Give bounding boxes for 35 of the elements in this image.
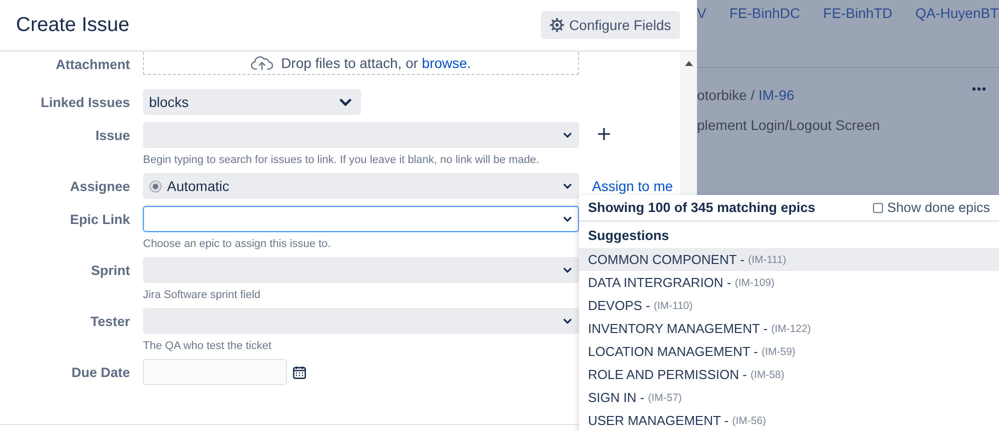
epic-option[interactable]: INVENTORY MANAGEMENT - (IM-122) (579, 317, 999, 340)
epic-option[interactable]: ROLE AND PERMISSION - (IM-58) (579, 363, 999, 386)
field-label: Sprint (90, 262, 130, 278)
configure-fields-button[interactable]: Configure Fields (541, 11, 680, 39)
show-done-epics-checkbox[interactable]: Show done epics (873, 200, 990, 215)
epic-option[interactable]: SIGN IN - (IM-57) (579, 386, 999, 409)
field-label: Due Date (70, 364, 130, 380)
assign-to-me-link[interactable]: Assign to me (592, 178, 673, 194)
field-label: Assignee (68, 178, 130, 194)
epic-option[interactable]: COMMON COMPONENT - (IM-111) (579, 248, 999, 271)
field-hint: The QA who test the ticket (143, 340, 272, 352)
epic-option[interactable]: USER MANAGEMENT - (IM-56) (579, 409, 999, 431)
epic-option[interactable]: DEVOPS - (IM-110) (579, 294, 999, 317)
browse-link[interactable]: browse. (422, 55, 471, 71)
field-label: Linked Issues (40, 94, 130, 110)
epic-option[interactable]: DATA INTERGRARION - (IM-109) (579, 271, 999, 294)
results-summary: Showing 100 of 345 matching epics (588, 200, 816, 215)
select-field[interactable]: blocks (143, 89, 361, 115)
drop-instruction: Drop files to attach, or browse. (281, 55, 471, 71)
epic-option[interactable]: LOCATION MANAGEMENT - (IM-59) (579, 340, 999, 363)
select-field[interactable]: Automatic (143, 173, 579, 199)
field-hint: Begin typing to search for issues to link. If you leave it blank, no link will be made. (143, 154, 540, 166)
dialog-title: Create Issue (16, 14, 130, 36)
select-value: Automatic (167, 178, 230, 194)
field-label: Attachment (54, 56, 130, 72)
field-label: Epic Link (68, 212, 130, 226)
issue-title: plement Login/Logout Screen (697, 117, 881, 133)
file-drop-zone[interactable]: Drop files to attach, or browse. (143, 52, 579, 75)
breadcrumb: otorbike / IM-96 (697, 87, 794, 103)
field-label: Tester (89, 314, 130, 328)
field-label: Issue (94, 128, 130, 142)
suggestions-heading: Suggestions (587, 227, 670, 245)
field-hint: Jira Software sprint field (143, 289, 262, 301)
select-value: blocks (149, 94, 189, 110)
field-hint: Choose an epic to assign this issue to. (143, 238, 332, 250)
